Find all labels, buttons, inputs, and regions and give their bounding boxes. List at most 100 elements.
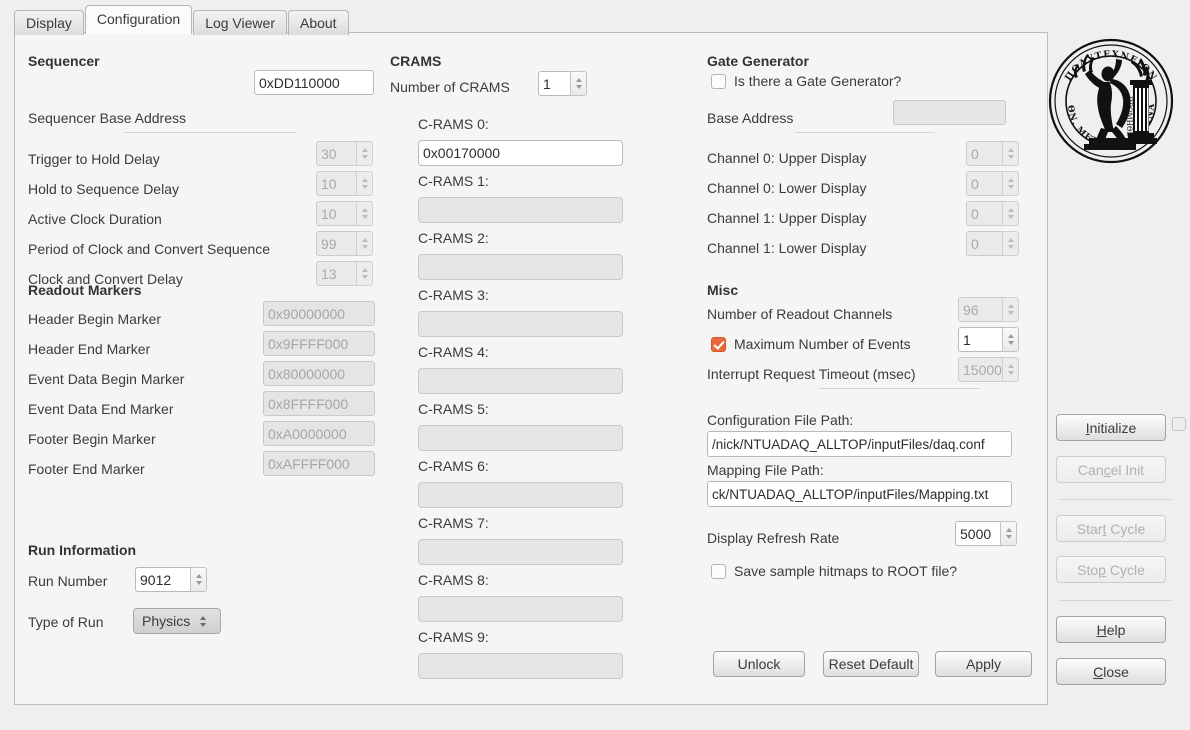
type-of-run-select[interactable]: Physics: [133, 608, 221, 634]
chevron-down-icon[interactable]: [1005, 535, 1012, 539]
chevron-up-icon[interactable]: [1007, 148, 1014, 152]
irq-timeout-spinner[interactable]: 15000: [958, 357, 1019, 382]
save-hitmaps-checkbox-row[interactable]: Save sample hitmaps to ROOT file?: [711, 563, 957, 579]
chevron-down-icon[interactable]: [195, 581, 202, 585]
chevron-up-icon[interactable]: [361, 148, 368, 152]
spinner-buttons[interactable]: [570, 71, 587, 96]
chevron-up-icon[interactable]: [195, 574, 202, 578]
spinner-buttons[interactable]: [1002, 357, 1019, 382]
spinner-buttons[interactable]: [1002, 231, 1019, 256]
channel-1-lower-display-spinner[interactable]: 0: [966, 231, 1019, 256]
number-of-crams-spinner[interactable]: 1: [538, 71, 587, 96]
spinner-buttons[interactable]: [1002, 141, 1019, 166]
crams-6-input[interactable]: [418, 482, 623, 508]
crams-2-input[interactable]: [418, 254, 623, 280]
crams-7-input[interactable]: [418, 539, 623, 565]
initialize-button[interactable]: Initialize: [1056, 414, 1166, 441]
active-clock-duration-spinner[interactable]: 10: [316, 201, 373, 226]
hold-to-sequence-delay-spinner[interactable]: 10: [316, 171, 373, 196]
config-file-path-input[interactable]: [707, 431, 1012, 457]
help-button[interactable]: Help: [1056, 616, 1166, 643]
unlock-button[interactable]: Unlock: [713, 651, 805, 677]
chevron-up-icon[interactable]: [1007, 304, 1014, 308]
channel-0-lower-display-spinner[interactable]: 0: [966, 171, 1019, 196]
chevron-down-icon[interactable]: [1007, 185, 1014, 189]
chevron-up-icon[interactable]: [1007, 208, 1014, 212]
trigger-to-hold-delay-spinner[interactable]: 30: [316, 141, 373, 166]
chevron-down-icon[interactable]: [361, 215, 368, 219]
chevron-up-icon[interactable]: [361, 178, 368, 182]
spinner-buttons[interactable]: [356, 261, 373, 286]
chevron-down-icon[interactable]: [361, 185, 368, 189]
gate-generator-checkbox[interactable]: [711, 73, 726, 89]
cancel-init-button[interactable]: Cancel Init: [1056, 456, 1166, 483]
tab-about[interactable]: About: [287, 10, 349, 35]
header-begin-marker-input[interactable]: [263, 301, 375, 326]
spinner-buttons[interactable]: [1002, 171, 1019, 196]
mapping-file-path-input[interactable]: [707, 481, 1012, 507]
spinner-buttons[interactable]: [1002, 201, 1019, 226]
crams-4-input[interactable]: [418, 368, 623, 394]
period-of-clock-convert-spinner[interactable]: 99: [316, 231, 373, 256]
crams-1-input[interactable]: [418, 197, 623, 223]
reset-default-button[interactable]: Reset Default: [823, 651, 919, 677]
crams-8-input[interactable]: [418, 596, 623, 622]
spinner-buttons[interactable]: [356, 141, 373, 166]
tab-configuration[interactable]: Configuration: [84, 5, 193, 34]
tab-display[interactable]: Display: [14, 10, 84, 35]
chevron-up-icon[interactable]: [1005, 528, 1012, 532]
chevron-down-icon[interactable]: [1007, 371, 1014, 375]
spinner-buttons[interactable]: [190, 567, 207, 592]
save-hitmaps-checkbox[interactable]: [711, 563, 726, 579]
spinner-buttons[interactable]: [1002, 297, 1019, 322]
select-arrows-icon[interactable]: [200, 615, 207, 627]
spinner-buttons[interactable]: [1002, 327, 1019, 352]
max-events-spinner[interactable]: 1: [958, 327, 1019, 352]
display-refresh-rate-spinner[interactable]: 5000: [955, 521, 1017, 546]
chevron-up-icon[interactable]: [361, 238, 368, 242]
chevron-down-icon[interactable]: [361, 275, 368, 279]
channel-1-upper-display-spinner[interactable]: 0: [966, 201, 1019, 226]
chevron-down-icon[interactable]: [1007, 215, 1014, 219]
chevron-down-icon[interactable]: [1007, 245, 1014, 249]
apply-button[interactable]: Apply: [935, 651, 1032, 677]
spinner-buttons[interactable]: [1000, 521, 1017, 546]
event-data-end-marker-input[interactable]: [263, 391, 375, 416]
chevron-down-icon[interactable]: [575, 85, 582, 89]
max-events-checkbox-row[interactable]: Maximum Number of Events: [711, 336, 911, 352]
chevron-down-icon[interactable]: [1007, 311, 1014, 315]
chevron-down-icon[interactable]: [1007, 155, 1014, 159]
gate-base-address-input[interactable]: [893, 100, 1006, 125]
tab-log-viewer[interactable]: Log Viewer: [193, 10, 287, 35]
chevron-up-icon[interactable]: [1007, 178, 1014, 182]
crams-3-input[interactable]: [418, 311, 623, 337]
stop-cycle-button[interactable]: Stop Cycle: [1056, 556, 1166, 583]
chevron-down-icon[interactable]: [361, 245, 368, 249]
initialize-status-indicator[interactable]: [1172, 417, 1186, 431]
crams-0-input[interactable]: [418, 140, 623, 166]
chevron-up-icon[interactable]: [575, 78, 582, 82]
sequencer-base-address-input[interactable]: [254, 70, 374, 95]
run-number-spinner[interactable]: 9012: [135, 567, 207, 592]
readout-channels-spinner[interactable]: 96: [958, 297, 1019, 322]
event-data-begin-marker-input[interactable]: [263, 361, 375, 386]
chevron-down-icon[interactable]: [361, 155, 368, 159]
start-cycle-button[interactable]: Start Cycle: [1056, 515, 1166, 542]
chevron-up-icon[interactable]: [361, 208, 368, 212]
clock-and-convert-delay-spinner[interactable]: 13: [316, 261, 373, 286]
chevron-up-icon[interactable]: [1007, 334, 1014, 338]
spinner-buttons[interactable]: [356, 201, 373, 226]
crams-9-input[interactable]: [418, 653, 623, 679]
chevron-up-icon[interactable]: [1007, 238, 1014, 242]
channel-0-upper-display-spinner[interactable]: 0: [966, 141, 1019, 166]
chevron-down-icon[interactable]: [1007, 341, 1014, 345]
header-end-marker-input[interactable]: [263, 331, 375, 356]
footer-end-marker-input[interactable]: [263, 451, 375, 476]
gate-generator-checkbox-row[interactable]: Is there a Gate Generator?: [711, 73, 901, 89]
spinner-buttons[interactable]: [356, 231, 373, 256]
chevron-up-icon[interactable]: [1007, 364, 1014, 368]
spinner-buttons[interactable]: [356, 171, 373, 196]
footer-begin-marker-input[interactable]: [263, 421, 375, 446]
chevron-up-icon[interactable]: [361, 268, 368, 272]
crams-5-input[interactable]: [418, 425, 623, 451]
